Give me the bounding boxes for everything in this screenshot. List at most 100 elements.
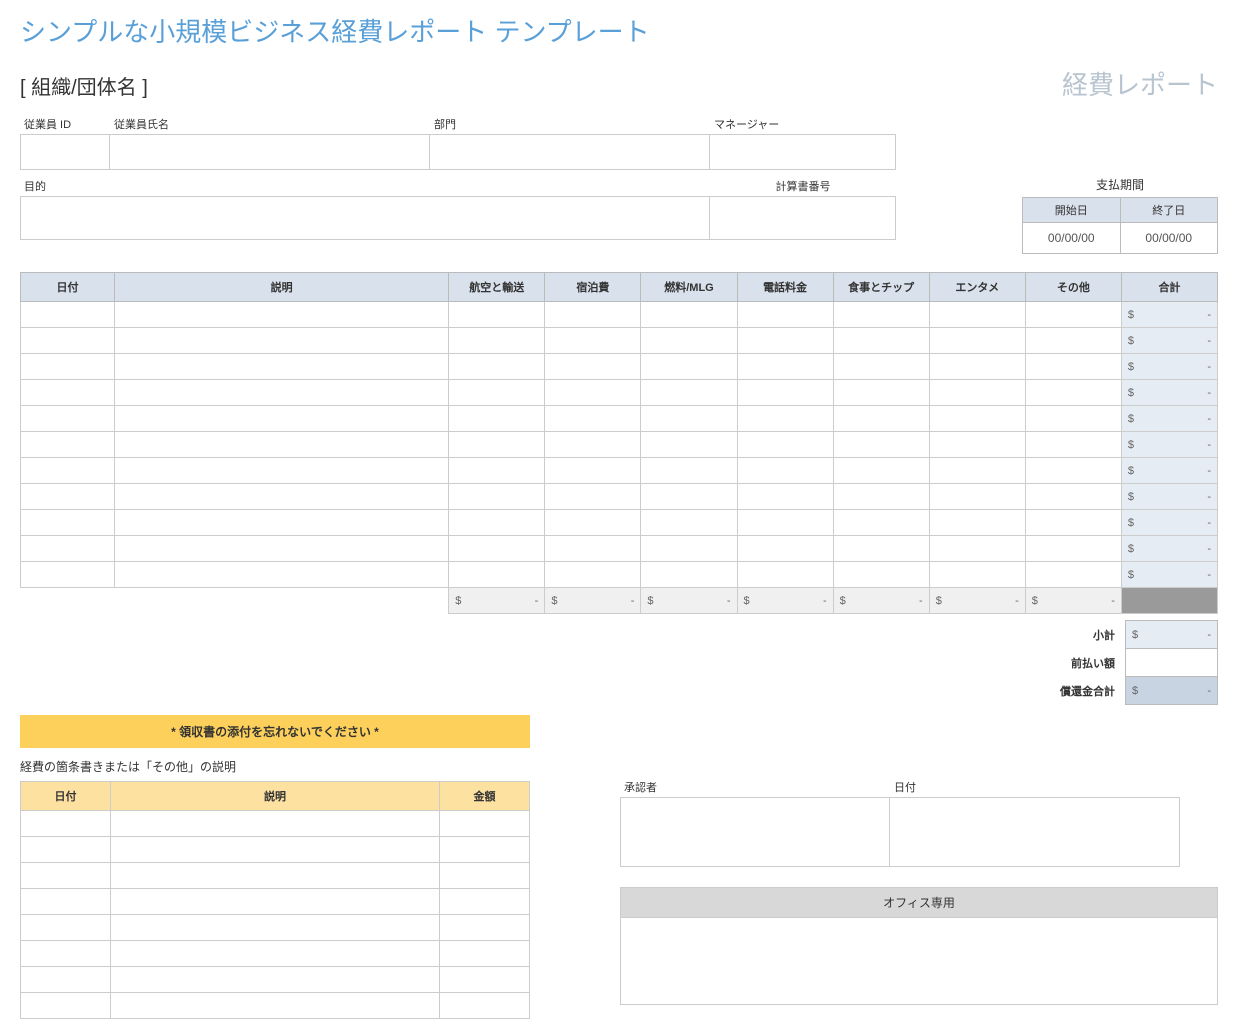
expense-cell[interactable] [21, 406, 115, 432]
expense-cell[interactable] [1025, 458, 1121, 484]
approver-input[interactable] [620, 797, 890, 867]
pay-period-end-value[interactable]: 00/00/00 [1120, 223, 1218, 254]
expense-cell[interactable] [545, 484, 641, 510]
expense-cell[interactable] [1025, 432, 1121, 458]
expense-cell[interactable] [449, 562, 545, 588]
expense-cell[interactable] [115, 432, 449, 458]
expense-cell[interactable] [737, 302, 833, 328]
expense-cell[interactable] [641, 354, 737, 380]
expense-cell[interactable] [545, 536, 641, 562]
expense-cell[interactable] [929, 562, 1025, 588]
expense-cell[interactable] [545, 562, 641, 588]
expense-cell[interactable] [737, 406, 833, 432]
expense-cell[interactable] [641, 458, 737, 484]
expense-cell[interactable] [21, 432, 115, 458]
expense-cell[interactable] [115, 458, 449, 484]
itemize-cell[interactable] [440, 811, 530, 837]
itemize-cell[interactable] [21, 863, 111, 889]
itemize-cell[interactable] [21, 811, 111, 837]
expense-cell[interactable] [737, 328, 833, 354]
expense-cell[interactable] [833, 354, 929, 380]
expense-cell[interactable] [929, 458, 1025, 484]
expense-cell[interactable] [545, 380, 641, 406]
expense-cell[interactable] [115, 510, 449, 536]
expense-cell[interactable] [929, 432, 1025, 458]
expense-cell[interactable] [545, 406, 641, 432]
expense-cell[interactable] [833, 484, 929, 510]
expense-cell[interactable] [737, 562, 833, 588]
itemize-cell[interactable] [440, 889, 530, 915]
expense-cell[interactable] [21, 510, 115, 536]
expense-cell[interactable] [21, 562, 115, 588]
itemize-cell[interactable] [111, 993, 440, 1019]
expense-cell[interactable] [449, 432, 545, 458]
expense-cell[interactable] [449, 484, 545, 510]
itemize-cell[interactable] [440, 863, 530, 889]
expense-cell[interactable] [929, 302, 1025, 328]
expense-cell[interactable] [641, 510, 737, 536]
expense-cell[interactable] [115, 328, 449, 354]
expense-cell[interactable] [449, 380, 545, 406]
expense-cell[interactable] [1025, 562, 1121, 588]
expense-cell[interactable] [833, 432, 929, 458]
itemize-cell[interactable] [440, 941, 530, 967]
expense-cell[interactable] [21, 302, 115, 328]
expense-cell[interactable] [641, 406, 737, 432]
pay-period-start-value[interactable]: 00/00/00 [1023, 223, 1121, 254]
manager-input[interactable] [710, 134, 896, 170]
expense-cell[interactable] [737, 458, 833, 484]
expense-cell[interactable] [21, 380, 115, 406]
expense-cell[interactable] [641, 302, 737, 328]
expense-cell[interactable] [449, 354, 545, 380]
expense-cell[interactable] [641, 536, 737, 562]
expense-cell[interactable] [737, 536, 833, 562]
expense-cell[interactable] [641, 328, 737, 354]
expense-cell[interactable] [833, 406, 929, 432]
expense-cell[interactable] [929, 536, 1025, 562]
expense-cell[interactable] [449, 302, 545, 328]
statement-number-input[interactable] [710, 196, 896, 240]
itemize-cell[interactable] [111, 863, 440, 889]
expense-cell[interactable] [21, 536, 115, 562]
employee-id-input[interactable] [20, 134, 110, 170]
itemize-cell[interactable] [21, 837, 111, 863]
expense-cell[interactable] [545, 354, 641, 380]
expense-cell[interactable] [449, 406, 545, 432]
itemize-cell[interactable] [440, 837, 530, 863]
expense-cell[interactable] [545, 510, 641, 536]
expense-cell[interactable] [737, 484, 833, 510]
expense-cell[interactable] [1025, 302, 1121, 328]
expense-cell[interactable] [833, 328, 929, 354]
expense-cell[interactable] [1025, 354, 1121, 380]
expense-cell[interactable] [737, 432, 833, 458]
expense-cell[interactable] [1025, 536, 1121, 562]
itemize-cell[interactable] [111, 811, 440, 837]
expense-cell[interactable] [449, 458, 545, 484]
itemize-cell[interactable] [440, 967, 530, 993]
expense-cell[interactable] [1025, 484, 1121, 510]
expense-cell[interactable] [21, 458, 115, 484]
expense-cell[interactable] [929, 380, 1025, 406]
itemize-cell[interactable] [111, 967, 440, 993]
expense-cell[interactable] [449, 510, 545, 536]
approval-date-input[interactable] [890, 797, 1180, 867]
expense-cell[interactable] [1025, 510, 1121, 536]
expense-cell[interactable] [545, 458, 641, 484]
itemize-cell[interactable] [111, 941, 440, 967]
itemize-cell[interactable] [111, 889, 440, 915]
expense-cell[interactable] [929, 354, 1025, 380]
purpose-input[interactable] [20, 196, 710, 240]
employee-name-input[interactable] [110, 134, 430, 170]
expense-cell[interactable] [1025, 328, 1121, 354]
expense-cell[interactable] [449, 328, 545, 354]
office-only-body[interactable] [621, 918, 1217, 1004]
expense-cell[interactable] [929, 484, 1025, 510]
expense-cell[interactable] [545, 328, 641, 354]
department-input[interactable] [430, 134, 710, 170]
expense-cell[interactable] [545, 302, 641, 328]
itemize-cell[interactable] [440, 993, 530, 1019]
expense-cell[interactable] [115, 406, 449, 432]
expense-cell[interactable] [833, 458, 929, 484]
expense-cell[interactable] [833, 380, 929, 406]
expense-cell[interactable] [115, 380, 449, 406]
